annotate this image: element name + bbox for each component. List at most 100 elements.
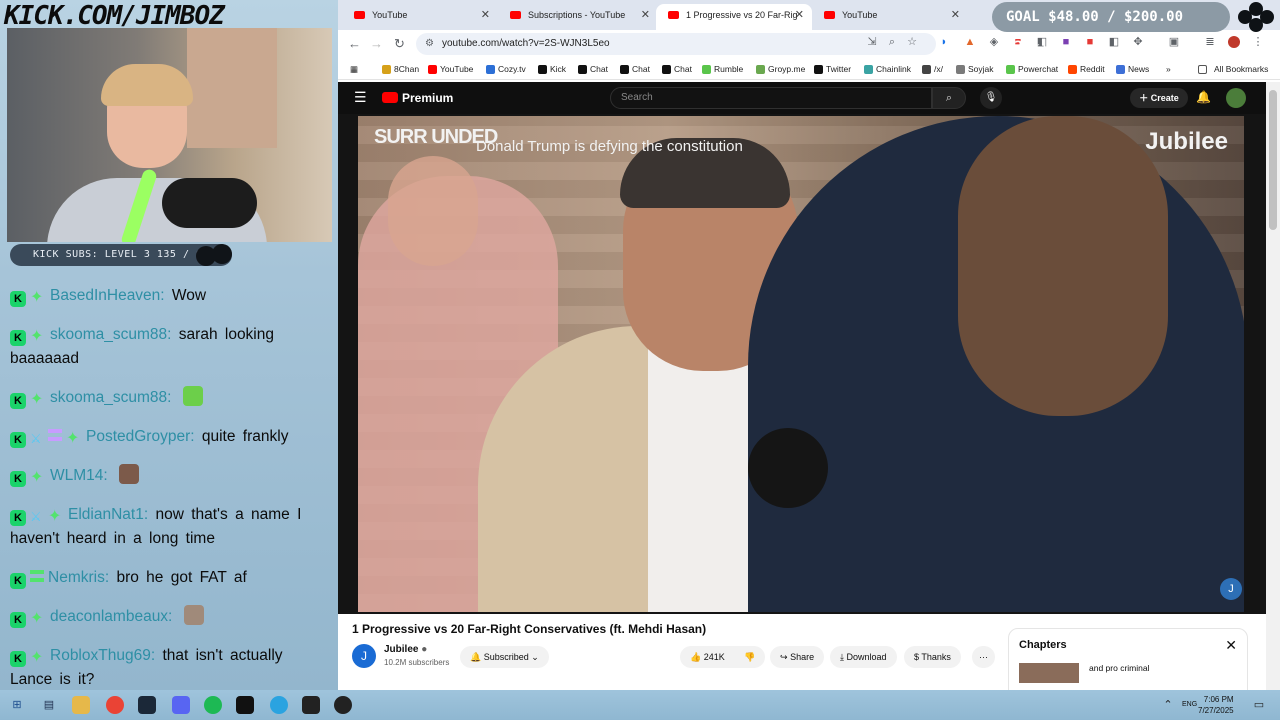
youtube-premium-logo[interactable]: Premium <box>382 91 453 105</box>
app-icon[interactable] <box>302 696 320 714</box>
notification-icon[interactable]: ▭ <box>1252 696 1266 714</box>
extension-icon[interactable]: ■ <box>1060 36 1072 48</box>
search-input[interactable]: Search <box>610 87 932 109</box>
account-avatar[interactable] <box>1226 88 1246 108</box>
search-icon[interactable]: ⌕ <box>932 87 966 109</box>
hamburger-menu-icon[interactable]: ☰ <box>354 89 367 106</box>
bookmark-item[interactable]: News <box>1116 62 1149 76</box>
video-player[interactable]: SURR UNDED Donald Trump is defying the c… <box>358 116 1244 612</box>
chapter-thumbnail[interactable] <box>1019 663 1079 683</box>
site-info-icon[interactable]: ⚙ <box>425 33 434 55</box>
address-bar[interactable]: ⚙ youtube.com/watch?v=2S-WJN3L5eo <box>416 33 936 55</box>
more-bookmarks-button[interactable]: » <box>1166 62 1171 76</box>
bookmark-item[interactable]: Cozy.tv <box>486 62 526 76</box>
install-icon[interactable]: ⇲ <box>866 36 878 48</box>
task-view-icon[interactable]: ▤ <box>40 696 58 714</box>
chat-username[interactable]: RobloxThug69: <box>50 647 155 664</box>
close-icon[interactable]: ✕ <box>481 4 490 26</box>
chat-username[interactable]: BasedInHeaven: <box>50 287 165 304</box>
all-bookmarks-button[interactable]: All Bookmarks <box>1198 62 1268 76</box>
bookmark-item[interactable]: 8Chan <box>382 62 419 76</box>
bookmark-item[interactable]: Reddit <box>1068 62 1105 76</box>
kebab-menu-icon[interactable]: ⋮ <box>1252 36 1264 48</box>
apps-icon[interactable]: ▦ <box>350 62 358 76</box>
voice-search-icon[interactable]: 🎙 <box>980 87 1002 109</box>
share-button[interactable]: ↪ Share <box>770 646 825 668</box>
reading-list-icon[interactable]: ≣ <box>1204 36 1216 48</box>
puzzle-icon[interactable]: ✥ <box>1132 36 1144 48</box>
chat-username[interactable]: PostedGroyper: <box>86 428 195 445</box>
channel-watermark-icon[interactable]: J <box>1220 578 1242 600</box>
discord-icon[interactable] <box>172 696 190 714</box>
extension-icon[interactable]: ■ <box>1084 36 1096 48</box>
bookmark-item[interactable]: Chainlink <box>864 62 911 76</box>
bookmark-item[interactable]: Soyjak <box>956 62 994 76</box>
app-icon[interactable] <box>334 696 352 714</box>
profile-avatar-icon[interactable] <box>1228 36 1240 48</box>
bell-icon: 🔔 <box>470 652 482 662</box>
tab-active-video[interactable]: 1 Progressive vs 20 Far-Rig ✕ <box>656 4 812 30</box>
tab-subscriptions[interactable]: Subscriptions - YouTube ✕ <box>498 4 658 30</box>
page-scrollbar[interactable] <box>1266 82 1280 690</box>
bookmark-item[interactable]: Chat <box>578 62 608 76</box>
file-explorer-icon[interactable] <box>72 696 90 714</box>
bookmark-item[interactable]: Twitter <box>814 62 851 76</box>
bookmark-label: Kick <box>550 64 567 74</box>
create-button[interactable]: ＋ Create <box>1130 88 1188 108</box>
dislike-button[interactable]: 👎 <box>734 646 766 668</box>
channel-avatar[interactable]: J <box>352 644 376 668</box>
zoom-icon[interactable]: ⌕ <box>886 36 898 48</box>
close-icon[interactable]: ✕ <box>641 4 650 26</box>
chat-username[interactable]: WLM14: <box>50 467 108 484</box>
download-button[interactable]: ⤓ Download <box>830 646 897 668</box>
scrollbar-thumb[interactable] <box>1269 90 1277 230</box>
chapter-item[interactable]: and pro criminal <box>1089 663 1149 673</box>
chat-username[interactable]: skooma_scum88: <box>50 389 171 406</box>
bookmark-item[interactable]: Powerchat <box>1006 62 1058 76</box>
extension-icon[interactable]: ◈ <box>988 36 1000 48</box>
extension-icon[interactable]: ◧ <box>1108 36 1120 48</box>
tab-youtube-1[interactable]: YouTube ✕ <box>342 4 498 30</box>
logo-text: Premium <box>402 91 454 105</box>
tab-youtube-2[interactable]: YouTube ✕ <box>812 4 968 30</box>
system-clock[interactable]: 7:06 PM 7/27/2025 <box>1198 694 1234 716</box>
chat-message: K ⚔ ✦ EldianNat1: now that's a name I haven… <box>10 503 332 551</box>
close-icon[interactable]: ✕ <box>951 4 960 26</box>
bookmark-item[interactable]: Kick <box>538 62 566 76</box>
more-actions-button[interactable]: ··· <box>972 646 995 668</box>
sidepanel-icon[interactable]: ▣ <box>1168 36 1180 48</box>
close-icon[interactable]: ✕ <box>1225 637 1237 654</box>
chrome-icon[interactable] <box>106 696 124 714</box>
subscribed-button[interactable]: 🔔 Subscribed ⌄ <box>460 646 549 668</box>
bookmark-item[interactable]: Chat <box>620 62 650 76</box>
bookmark-item[interactable]: YouTube <box>428 62 473 76</box>
chat-username[interactable]: EldianNat1: <box>68 506 148 523</box>
input-language[interactable]: ENG <box>1182 701 1197 708</box>
chat-username[interactable]: skooma_scum88: <box>50 326 171 343</box>
bookmark-item[interactable]: Chat <box>662 62 692 76</box>
chat-message: K ✦ BasedInHeaven: Wow <box>10 284 332 308</box>
bookmark-item[interactable]: Rumble <box>702 62 743 76</box>
forward-icon[interactable]: → <box>370 36 383 51</box>
steam-icon[interactable] <box>138 696 156 714</box>
bookmark-favicon <box>382 65 391 74</box>
telegram-icon[interactable] <box>270 696 288 714</box>
spotify-icon[interactable] <box>204 696 222 714</box>
extension-icon[interactable]: ◗ <box>938 36 950 48</box>
notifications-bell-icon[interactable]: 🔔 <box>1196 90 1211 104</box>
chat-username[interactable]: deaconlambeaux: <box>50 608 172 625</box>
like-button[interactable]: 👍 241K <box>680 646 735 668</box>
star-icon[interactable]: ☆ <box>906 36 918 48</box>
channel-name[interactable]: Jubilee ● <box>384 644 427 655</box>
back-icon[interactable]: ← <box>348 36 361 51</box>
bookmark-item[interactable]: /x/ <box>922 62 943 76</box>
obs-like-icon[interactable] <box>236 696 254 714</box>
close-icon[interactable]: ✕ <box>795 4 804 26</box>
chat-username[interactable]: Nemkris: <box>48 569 109 586</box>
bookmark-item[interactable]: Groyp.me <box>756 62 805 76</box>
tray-chevron-icon[interactable]: ⌃ <box>1162 696 1174 714</box>
extension-icon[interactable]: ▲ <box>964 36 976 48</box>
thanks-button[interactable]: $ Thanks <box>904 646 961 668</box>
reload-icon[interactable]: ↻ <box>394 36 405 52</box>
windows-start-icon[interactable]: ⊞ <box>8 696 26 714</box>
